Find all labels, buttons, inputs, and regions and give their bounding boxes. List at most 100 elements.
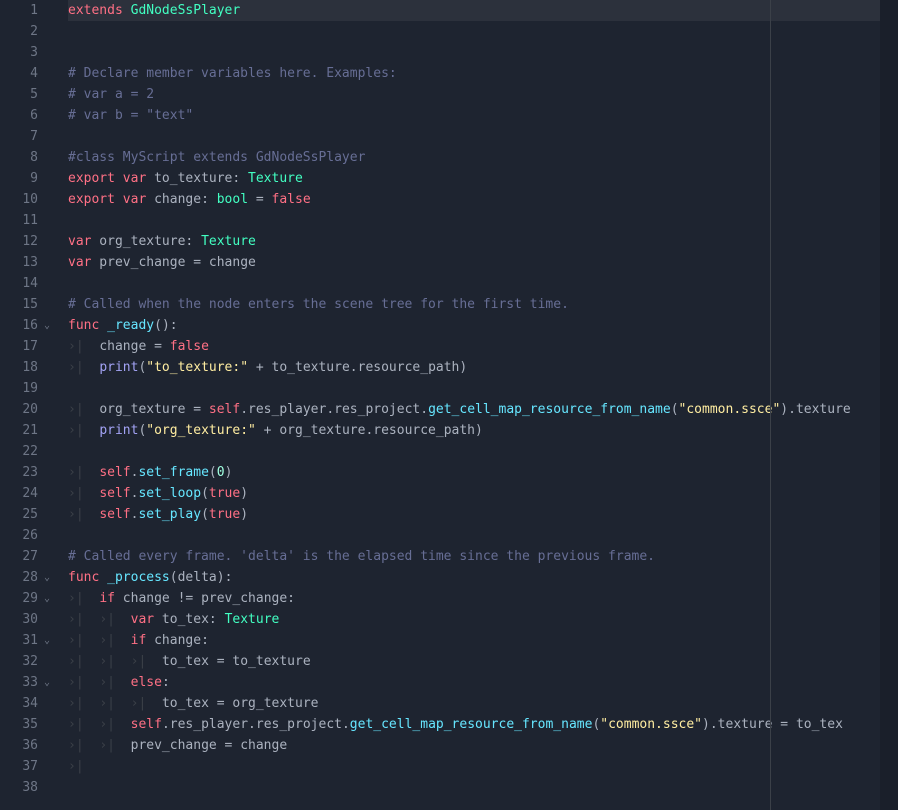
code-line[interactable]: ›| ›| var to_tex: Texture [68, 609, 898, 630]
code-line[interactable]: var org_texture: Texture [68, 231, 898, 252]
gutter-row: 16⌄ [8, 315, 50, 336]
code-line[interactable]: ›| ›| ›| to_tex = to_texture [68, 651, 898, 672]
token-comment: # Called when the node enters the scene … [68, 297, 569, 312]
token-ident: to_tex [788, 717, 843, 732]
token-string: "common.ssce" [679, 402, 781, 417]
code-line[interactable]: #class MyScript extends GdNodeSsPlayer [68, 147, 898, 168]
code-line[interactable] [68, 378, 898, 399]
fold-icon[interactable]: ⌄ [40, 672, 50, 693]
indent-guide: ›| [68, 696, 99, 711]
token-punct: . [326, 402, 334, 417]
fold-icon[interactable]: ⌄ [40, 630, 50, 651]
line-number: 28 [22, 567, 38, 588]
token-punct: . [420, 402, 428, 417]
code-line[interactable]: ›| self.set_loop(true) [68, 483, 898, 504]
code-line[interactable]: # Declare member variables here. Example… [68, 63, 898, 84]
code-line[interactable] [68, 210, 898, 231]
token-ident [99, 570, 107, 585]
code-line[interactable]: export var change: bool = false [68, 189, 898, 210]
code-line[interactable]: extends GdNodeSsPlayer [68, 0, 898, 21]
indent-guide: ›| [131, 696, 162, 711]
code-line[interactable] [68, 21, 898, 42]
token-punct: ) [240, 486, 248, 501]
code-area[interactable]: extends GdNodeSsPlayer # Declare member v… [58, 0, 898, 810]
code-line[interactable] [68, 777, 898, 798]
gutter-row: 11 [8, 210, 50, 231]
token-punct: = [193, 255, 201, 270]
token-bool: true [209, 507, 240, 522]
token-ident: delta [178, 570, 217, 585]
indent-guide: ›| [68, 654, 99, 669]
code-line[interactable]: ›| ›| ›| to_tex = org_texture [68, 693, 898, 714]
token-ident: to_tex [154, 612, 209, 627]
fold-icon[interactable]: ⌄ [40, 315, 50, 336]
token-keyword: self [209, 402, 240, 417]
line-number: 5 [30, 84, 38, 105]
gutter-row: 29⌄ [8, 588, 50, 609]
token-ident: to_tex [162, 696, 217, 711]
token-ident: res_player [170, 717, 248, 732]
code-line[interactable]: ›| org_texture = self.res_player.res_pro… [68, 399, 898, 420]
gutter-row: 3 [8, 42, 50, 63]
token-keyword: func [68, 570, 99, 585]
token-string: "org_texture:" [146, 423, 256, 438]
code-line[interactable] [68, 525, 898, 546]
token-method: set_frame [138, 465, 208, 480]
code-line[interactable]: ›| ›| else: [68, 672, 898, 693]
token-keyword: if [131, 633, 147, 648]
line-number: 35 [22, 714, 38, 735]
token-punct: : [287, 591, 295, 606]
token-punct: . [350, 360, 358, 375]
token-punct: = [217, 696, 225, 711]
line-number: 26 [22, 525, 38, 546]
code-line[interactable]: ›| change = false [68, 336, 898, 357]
code-line[interactable]: ›| self.set_play(true) [68, 504, 898, 525]
code-line[interactable]: ›| ›| self.res_player.res_project.get_ce… [68, 714, 898, 735]
code-editor[interactable]: 12345678910111213141516⌄1718192021222324… [0, 0, 898, 810]
code-line[interactable]: ›| if change != prev_change: [68, 588, 898, 609]
token-ident [123, 3, 131, 18]
token-punct: ) [780, 402, 788, 417]
gutter-row: 9 [8, 168, 50, 189]
token-funcname: _ready [107, 318, 154, 333]
code-line[interactable] [68, 42, 898, 63]
token-punct: . [248, 717, 256, 732]
scrollbar-track[interactable] [880, 0, 898, 810]
token-type: Texture [225, 612, 280, 627]
token-punct: = [780, 717, 788, 732]
code-line[interactable]: export var to_texture: Texture [68, 168, 898, 189]
gutter-row: 38 [8, 777, 50, 798]
code-line[interactable] [68, 441, 898, 462]
code-line[interactable]: ›| self.set_frame(0) [68, 462, 898, 483]
line-number: 12 [22, 231, 38, 252]
token-ident: texture [718, 717, 781, 732]
code-line[interactable]: ›| ›| if change: [68, 630, 898, 651]
line-number: 36 [22, 735, 38, 756]
token-keyword: export [68, 192, 115, 207]
token-ident: res_player [248, 402, 326, 417]
token-method: get_cell_map_resource_from_name [428, 402, 671, 417]
fold-icon[interactable]: ⌄ [40, 567, 50, 588]
code-line[interactable]: # Called every frame. 'delta' is the ela… [68, 546, 898, 567]
indent-guide: ›| [68, 633, 99, 648]
code-line[interactable]: # var a = 2 [68, 84, 898, 105]
code-line[interactable]: # Called when the node enters the scene … [68, 294, 898, 315]
code-line[interactable]: ›| print("to_texture:" + to_texture.reso… [68, 357, 898, 378]
code-line[interactable]: ›| [68, 756, 898, 777]
gutter-row: 28⌄ [8, 567, 50, 588]
code-line[interactable] [68, 273, 898, 294]
code-line[interactable]: ›| print("org_texture:" + org_texture.re… [68, 420, 898, 441]
code-line[interactable] [68, 126, 898, 147]
token-ident: change [146, 633, 201, 648]
code-line[interactable]: ›| ›| prev_change = change [68, 735, 898, 756]
token-punct: . [240, 402, 248, 417]
line-number: 32 [22, 651, 38, 672]
indent-guide: ›| [68, 423, 99, 438]
code-line[interactable]: var prev_change = change [68, 252, 898, 273]
code-line[interactable]: func _process(delta): [68, 567, 898, 588]
code-line[interactable]: # var b = "text" [68, 105, 898, 126]
token-punct: ( [201, 486, 209, 501]
gutter-row: 1 [8, 0, 50, 21]
code-line[interactable]: func _ready(): [68, 315, 898, 336]
fold-icon[interactable]: ⌄ [40, 588, 50, 609]
